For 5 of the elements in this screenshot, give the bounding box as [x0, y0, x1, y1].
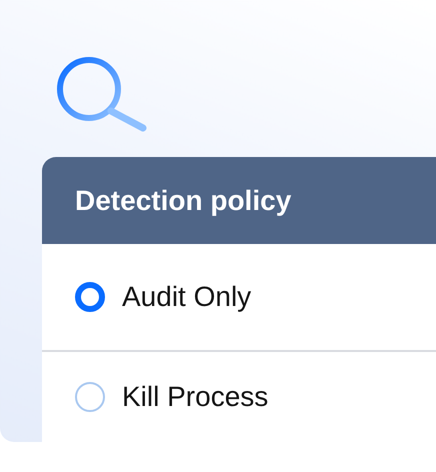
option-label: Kill Process — [122, 381, 268, 413]
option-label: Audit Only — [122, 281, 252, 313]
card-title: Detection policy — [75, 184, 292, 216]
radio-button[interactable] — [75, 282, 105, 312]
radio-button[interactable] — [75, 382, 105, 412]
